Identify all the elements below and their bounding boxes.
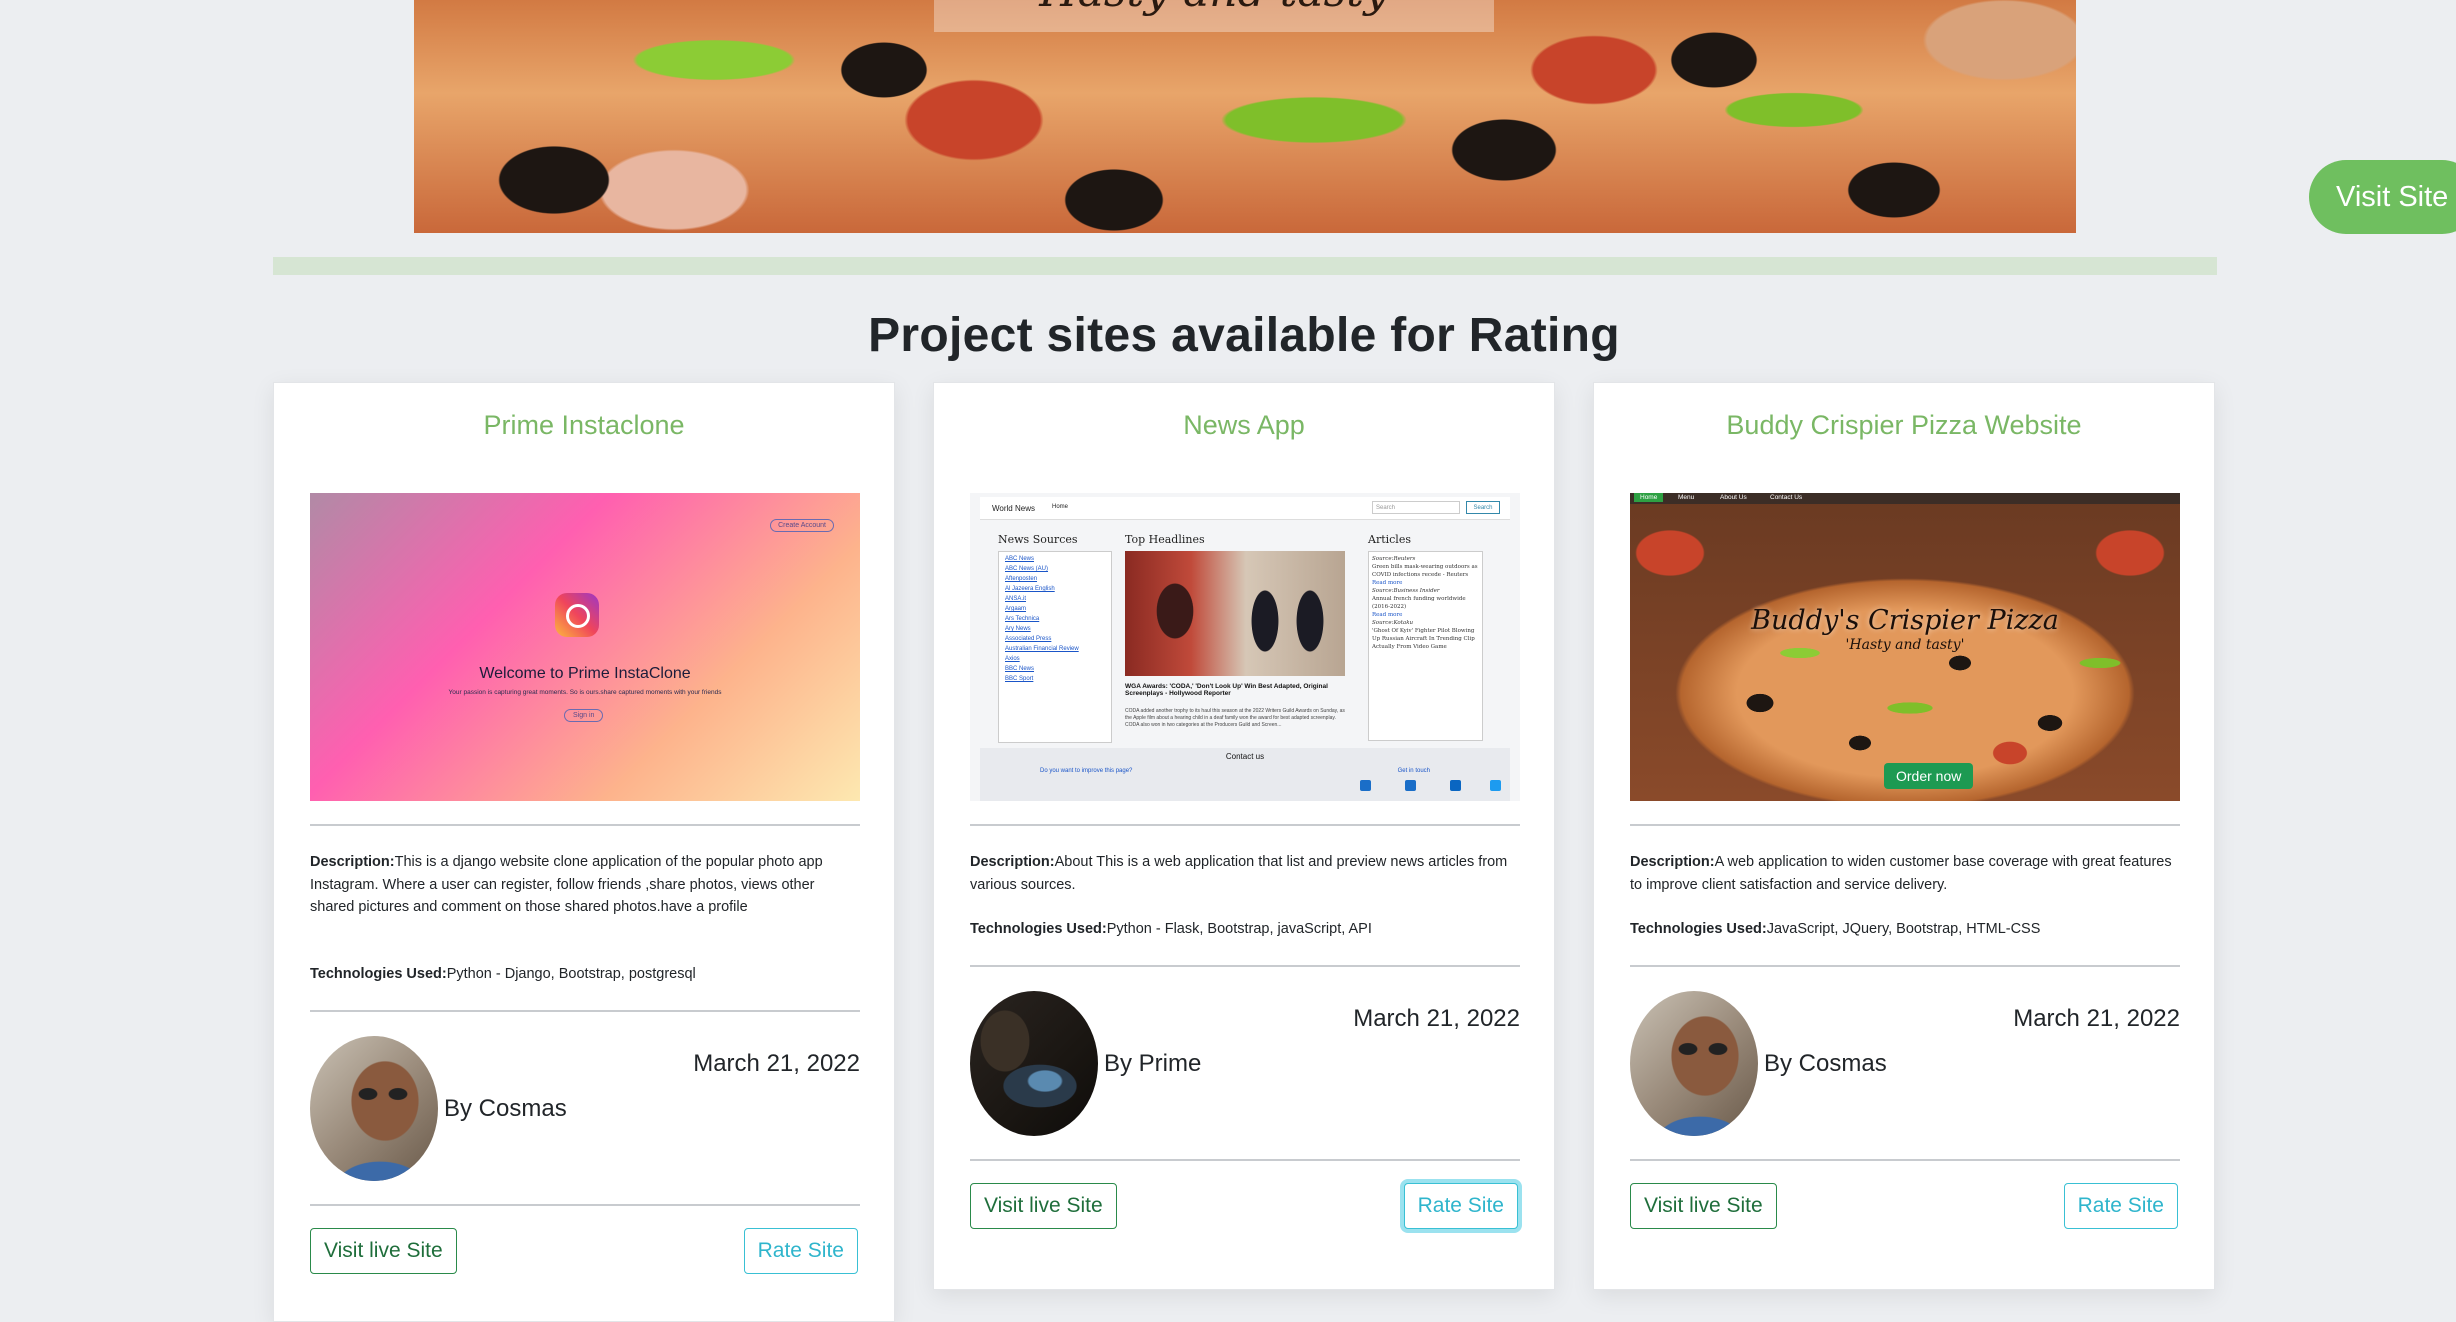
- linkedin-icon: [1450, 780, 1461, 791]
- preview-headline-body: CODA added another trophy to its haul th…: [1125, 708, 1345, 728]
- technologies-label: Technologies Used:: [970, 921, 1107, 937]
- project-technologies: Technologies Used:JavaScript, JQuery, Bo…: [1630, 918, 2180, 941]
- divider: [1630, 1159, 2180, 1161]
- preview-headline-photo: [1125, 551, 1345, 676]
- author-row: By Cosmas March 21, 2022: [1630, 991, 2180, 1141]
- technologies-text: Python - Django, Bootstrap, postgresql: [446, 966, 696, 982]
- project-card-pizza: Buddy Crispier Pizza Website Home Menu A…: [1593, 382, 2215, 1290]
- visit-site-button[interactable]: Visit Site: [2309, 160, 2456, 234]
- rate-site-button[interactable]: Rate Site: [2063, 1183, 2178, 1229]
- preview-tagline: 'Hasty and tasty': [1845, 637, 1965, 653]
- hero-caption: Hasty and tasty: [934, 0, 1494, 32]
- section-divider: [273, 257, 2217, 275]
- preview-headlines-heading: Top Headlines: [1125, 533, 1205, 546]
- project-title: Buddy Crispier Pizza Website: [1726, 410, 2082, 440]
- preview-navbar: World News Home Search Search: [980, 497, 1510, 520]
- preview-home: Home: [1052, 504, 1069, 510]
- avatar: [970, 991, 1098, 1136]
- rate-site-button[interactable]: Rate Site: [743, 1228, 858, 1274]
- project-description: Description:This is a django website clo…: [310, 851, 860, 919]
- divider: [1630, 824, 2180, 826]
- rate-site-button[interactable]: Rate Site: [1403, 1183, 1518, 1229]
- divider: [310, 1010, 860, 1012]
- preview-welcome: Welcome to Prime InstaClone: [479, 665, 691, 682]
- preview-brand: World News: [992, 504, 1035, 513]
- project-description: Description:A web application to widen c…: [1630, 851, 2180, 896]
- preview-articles-heading: Articles: [1368, 533, 1411, 546]
- preview-search: Search: [1372, 501, 1460, 514]
- twitter-icon: [1490, 780, 1501, 791]
- author-name: By Prime: [1104, 1050, 1202, 1077]
- project-preview-image: World News Home Search Search News Sourc…: [970, 493, 1520, 801]
- instagram-logo-icon: [555, 593, 599, 637]
- post-date: March 21, 2022: [2013, 1005, 2180, 1032]
- avatar: [1630, 991, 1758, 1136]
- preview-search-button: Search: [1466, 501, 1500, 514]
- author-row: By Prime March 21, 2022: [970, 991, 1520, 1141]
- visit-live-site-button[interactable]: Visit live Site: [310, 1228, 457, 1274]
- preview-articles-list: Source:Reuters Green bills mask-wearing …: [1368, 551, 1483, 741]
- hero-banner-image: Hasty and tasty: [414, 0, 2076, 233]
- instagram-icon: [1360, 780, 1371, 791]
- project-title: Prime Instaclone: [483, 410, 685, 440]
- preview-navbar: Home Menu About Us Contact Us: [1630, 493, 2180, 504]
- avatar: [310, 1036, 438, 1181]
- author-name: By Cosmas: [444, 1095, 567, 1122]
- preview-brand: Buddy's Crispier Pizza: [1751, 605, 2059, 636]
- project-technologies: Technologies Used:Python - Flask, Bootst…: [970, 918, 1520, 941]
- preview-footer: Contact us Do you want to improve this p…: [980, 748, 1510, 801]
- visit-live-site-button[interactable]: Visit live Site: [1630, 1183, 1777, 1229]
- project-preview-image: Create Account Welcome to Prime InstaClo…: [310, 493, 860, 801]
- divider: [310, 824, 860, 826]
- preview-sources-list: ABC News ABC News (AU) Aftenposten Al Ja…: [998, 551, 1112, 743]
- technologies-text: JavaScript, JQuery, Bootstrap, HTML-CSS: [1766, 921, 2041, 937]
- preview-subtitle: Your passion is capturing great moments.…: [448, 689, 722, 696]
- preview-sign-in: Sign in: [564, 709, 604, 722]
- project-technologies: Technologies Used:Python - Django, Boots…: [310, 963, 860, 986]
- preview-create-account: Create Account: [770, 519, 834, 532]
- description-label: Description:: [1630, 854, 1715, 870]
- technologies-label: Technologies Used:: [310, 966, 447, 982]
- facebook-icon: [1405, 780, 1416, 791]
- divider: [970, 965, 1520, 967]
- divider: [310, 1204, 860, 1206]
- post-date: March 21, 2022: [693, 1050, 860, 1077]
- project-description: Description:About This is a web applicat…: [970, 851, 1520, 896]
- preview-order-button: Order now: [1884, 763, 1974, 789]
- author-name: By Cosmas: [1764, 1050, 1887, 1077]
- description-label: Description:: [970, 854, 1055, 870]
- technologies-text: Python - Flask, Bootstrap, javaScript, A…: [1106, 921, 1372, 937]
- divider: [970, 824, 1520, 826]
- preview-headline: WGA Awards: 'CODA,' 'Don't Look Up' Win …: [1125, 683, 1328, 697]
- section-title: Project sites available for Rating: [868, 309, 1620, 362]
- preview-sources-heading: News Sources: [998, 533, 1078, 546]
- description-label: Description:: [310, 854, 395, 870]
- project-card-news-app: News App World News Home Search Search N…: [933, 382, 1555, 1290]
- visit-live-site-button[interactable]: Visit live Site: [970, 1183, 1117, 1229]
- divider: [970, 1159, 1520, 1161]
- post-date: March 21, 2022: [1353, 1005, 1520, 1032]
- project-card-instaclone: Prime Instaclone Create Account Welcome …: [273, 382, 895, 1322]
- technologies-label: Technologies Used:: [1630, 921, 1767, 937]
- project-preview-image: Home Menu About Us Contact Us Buddy's Cr…: [1630, 493, 2180, 801]
- project-title: News App: [1183, 410, 1305, 440]
- divider: [1630, 965, 2180, 967]
- author-row: By Cosmas March 21, 2022: [310, 1036, 860, 1186]
